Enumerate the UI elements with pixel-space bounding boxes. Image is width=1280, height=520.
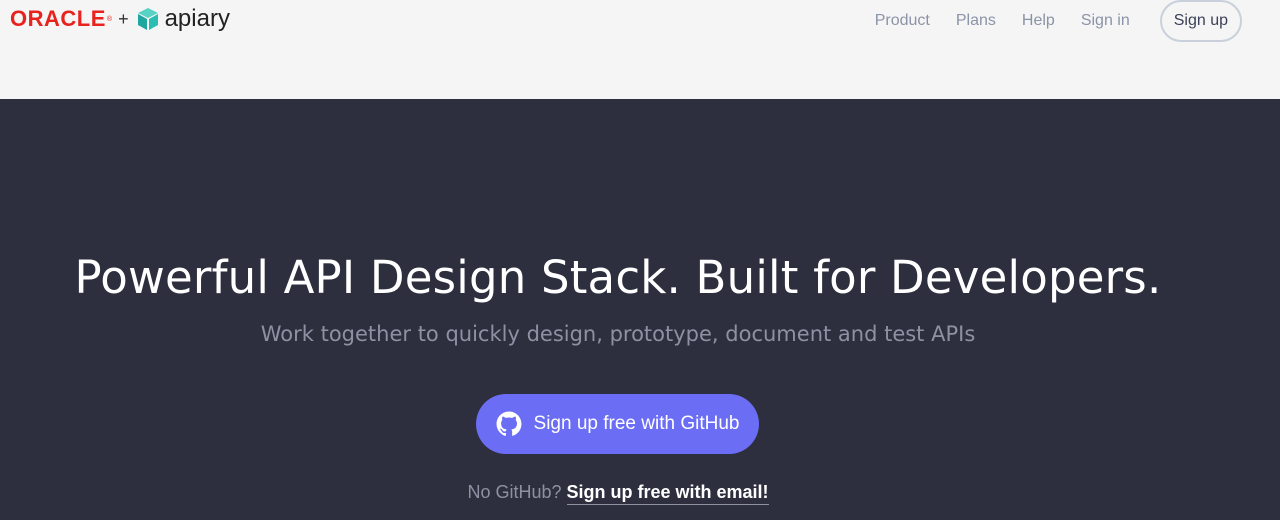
nav-help[interactable]: Help	[1022, 12, 1055, 30]
apiary-logo-text: apiary	[164, 5, 230, 32]
logo[interactable]: ORACLE ® + apiary	[10, 2, 230, 36]
sign-up-button[interactable]: Sign up	[1159, 0, 1242, 42]
github-signup-button[interactable]: Sign up free with GitHub	[476, 394, 759, 454]
oracle-logo-text: ORACLE	[10, 6, 106, 31]
hero-headline: Powerful API Design Stack. Built for Dev…	[74, 251, 1162, 304]
hero-section: Powerful API Design Stack. Built for Dev…	[0, 99, 1280, 520]
registered-mark: ®	[106, 15, 113, 23]
no-github-text: No GitHub?	[467, 482, 562, 502]
email-signup-link[interactable]: Sign up free with email!	[566, 482, 769, 505]
hero-subheadline: Work together to quickly design, prototy…	[260, 322, 976, 346]
main-nav: Product Plans Help Sign in Sign up	[849, 0, 1242, 42]
apiary-cube-icon	[137, 8, 158, 30]
nav-product[interactable]: Product	[875, 12, 930, 30]
top-navigation-bar: ORACLE ® + apiary Product Plans Help Sig…	[0, 0, 1280, 99]
github-signup-label: Sign up free with GitHub	[533, 413, 740, 434]
github-icon	[496, 411, 521, 436]
email-signup-row: No GitHub? Sign up free with email!	[0, 482, 1236, 505]
nav-plans[interactable]: Plans	[956, 12, 996, 30]
plus-sign: +	[118, 8, 129, 29]
nav-sign-in[interactable]: Sign in	[1081, 12, 1130, 30]
